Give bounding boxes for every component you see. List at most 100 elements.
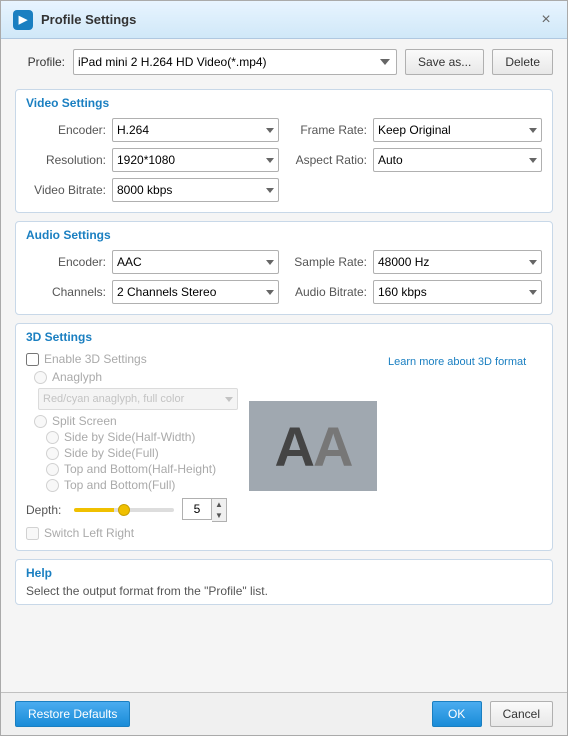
enable-3d-row: Enable 3D Settings xyxy=(26,352,238,366)
app-icon: ▶ xyxy=(13,10,33,30)
encoder-label: Encoder: xyxy=(26,123,106,137)
aspect-ratio-select[interactable]: Auto xyxy=(373,148,542,172)
help-section: Help Select the output format from the "… xyxy=(15,559,553,605)
channels-select[interactable]: 2 Channels Stereo xyxy=(112,280,279,304)
resolution-select[interactable]: 1920*1080 xyxy=(112,148,279,172)
profile-label: Profile: xyxy=(15,55,65,69)
aspect-ratio-row: Aspect Ratio: Auto xyxy=(289,148,542,172)
footer: Restore Defaults OK Cancel xyxy=(1,692,567,735)
aspect-ratio-label: Aspect Ratio: xyxy=(289,153,367,167)
3d-left: Enable 3D Settings Anaglyph Red/cyan ana… xyxy=(26,352,238,540)
enable-3d-checkbox[interactable] xyxy=(26,353,39,366)
help-text: Select the output format from the "Profi… xyxy=(26,584,542,598)
audio-settings-grid: Encoder: AAC Channels: 2 Channels Stereo xyxy=(26,250,542,304)
video-right: Frame Rate: Keep Original Aspect Ratio: … xyxy=(289,118,542,202)
tab-full-label: Top and Bottom(Full) xyxy=(64,478,175,492)
dialog-content: Profile: iPad mini 2 H.264 HD Video(*.mp… xyxy=(1,39,567,692)
sbs-half-label: Side by Side(Half-Width) xyxy=(64,430,195,444)
tab-full-row: Top and Bottom(Full) xyxy=(46,478,238,492)
audio-right: Sample Rate: 48000 Hz Audio Bitrate: 160… xyxy=(289,250,542,304)
encoder-select[interactable]: H.264 xyxy=(112,118,279,142)
frame-rate-select[interactable]: Keep Original xyxy=(373,118,542,142)
encoder-row: Encoder: H.264 xyxy=(26,118,279,142)
title-bar-left: ▶ Profile Settings xyxy=(13,10,136,30)
audio-bitrate-row: Audio Bitrate: 160 kbps xyxy=(289,280,542,304)
video-bitrate-row: Video Bitrate: 8000 kbps xyxy=(26,178,279,202)
help-header: Help xyxy=(26,566,542,580)
video-left: Encoder: H.264 Resolution: 1920*1080 xyxy=(26,118,279,202)
sample-rate-label: Sample Rate: xyxy=(289,255,367,269)
audio-settings-body: Encoder: AAC Channels: 2 Channels Stereo xyxy=(16,246,552,314)
frame-rate-label: Frame Rate: xyxy=(289,123,367,137)
depth-slider[interactable] xyxy=(74,508,174,512)
close-button[interactable]: × xyxy=(537,11,555,29)
audio-bitrate-select[interactable]: 160 kbps xyxy=(373,280,542,304)
profile-row: Profile: iPad mini 2 H.264 HD Video(*.mp… xyxy=(15,49,553,75)
audio-left: Encoder: AAC Channels: 2 Channels Stereo xyxy=(26,250,279,304)
tab-half-row: Top and Bottom(Half-Height) xyxy=(46,462,238,476)
resolution-row: Resolution: 1920*1080 xyxy=(26,148,279,172)
delete-button[interactable]: Delete xyxy=(492,49,553,75)
depth-row: Depth: 5 ▲ ▼ xyxy=(26,498,238,522)
tab-half-radio[interactable] xyxy=(46,463,59,476)
enable-3d-label: Enable 3D Settings xyxy=(44,352,147,366)
cancel-button[interactable]: Cancel xyxy=(490,701,553,727)
audio-settings-section: Audio Settings Encoder: AAC Channels: xyxy=(15,221,553,315)
dialog-title: Profile Settings xyxy=(41,12,136,27)
anaglyph-select-row: Red/cyan anaglyph, full color xyxy=(38,388,238,410)
depth-up-button[interactable]: ▲ xyxy=(212,499,226,510)
sbs-half-row: Side by Side(Half-Width) xyxy=(46,430,238,444)
depth-label: Depth: xyxy=(26,503,66,517)
aa-left-letter: A xyxy=(275,414,313,479)
channels-label: Channels: xyxy=(26,285,106,299)
anaglyph-radio[interactable] xyxy=(34,371,47,384)
depth-down-button[interactable]: ▼ xyxy=(212,510,226,521)
3d-preview-area: A A xyxy=(248,352,378,540)
depth-value: 5 xyxy=(182,498,212,520)
depth-spinner: 5 ▲ ▼ xyxy=(182,498,227,522)
sbs-half-radio[interactable] xyxy=(46,431,59,444)
aa-preview: A A xyxy=(249,401,377,491)
switch-lr-row: Switch Left Right xyxy=(26,526,238,540)
3d-settings-body: Enable 3D Settings Anaglyph Red/cyan ana… xyxy=(16,348,552,550)
tab-full-radio[interactable] xyxy=(46,479,59,492)
resolution-label: Resolution: xyxy=(26,153,106,167)
sample-rate-row: Sample Rate: 48000 Hz xyxy=(289,250,542,274)
switch-lr-checkbox[interactable] xyxy=(26,527,39,540)
sample-rate-select[interactable]: 48000 Hz xyxy=(373,250,542,274)
learn-more-link[interactable]: Learn more about 3D format xyxy=(388,356,526,540)
sbs-full-label: Side by Side(Full) xyxy=(64,446,159,460)
audio-encoder-label: Encoder: xyxy=(26,255,106,269)
save-as-button[interactable]: Save as... xyxy=(405,49,484,75)
audio-bitrate-label: Audio Bitrate: xyxy=(289,285,367,299)
audio-encoder-select[interactable]: AAC xyxy=(112,250,279,274)
video-settings-header: Video Settings xyxy=(16,90,552,114)
3d-settings-section: 3D Settings Enable 3D Settings Anaglyph xyxy=(15,323,553,551)
switch-lr-label: Switch Left Right xyxy=(44,526,134,540)
video-settings-section: Video Settings Encoder: H.264 Resolution… xyxy=(15,89,553,213)
restore-defaults-button[interactable]: Restore Defaults xyxy=(15,701,130,727)
3d-settings-header: 3D Settings xyxy=(16,324,552,348)
ok-button[interactable]: OK xyxy=(432,701,482,727)
split-screen-label: Split Screen xyxy=(52,414,117,428)
depth-spinner-btns: ▲ ▼ xyxy=(212,498,227,522)
audio-encoder-row: Encoder: AAC xyxy=(26,250,279,274)
anaglyph-type-select[interactable]: Red/cyan anaglyph, full color xyxy=(38,388,238,410)
frame-rate-row: Frame Rate: Keep Original xyxy=(289,118,542,142)
anaglyph-label: Anaglyph xyxy=(52,370,102,384)
anaglyph-row: Anaglyph xyxy=(34,370,238,384)
profile-select[interactable]: iPad mini 2 H.264 HD Video(*.mp4) xyxy=(73,49,397,75)
split-screen-row: Split Screen xyxy=(34,414,238,428)
sbs-full-row: Side by Side(Full) xyxy=(46,446,238,460)
video-bitrate-select[interactable]: 8000 kbps xyxy=(112,178,279,202)
video-bitrate-label: Video Bitrate: xyxy=(26,183,106,197)
channels-row: Channels: 2 Channels Stereo xyxy=(26,280,279,304)
sbs-full-radio[interactable] xyxy=(46,447,59,460)
title-bar: ▶ Profile Settings × xyxy=(1,1,567,39)
audio-settings-header: Audio Settings xyxy=(16,222,552,246)
aa-right-letter: A xyxy=(313,414,351,479)
split-screen-radio[interactable] xyxy=(34,415,47,428)
profile-settings-dialog: ▶ Profile Settings × Profile: iPad mini … xyxy=(0,0,568,736)
video-settings-body: Encoder: H.264 Resolution: 1920*1080 xyxy=(16,114,552,212)
tab-half-label: Top and Bottom(Half-Height) xyxy=(64,462,216,476)
